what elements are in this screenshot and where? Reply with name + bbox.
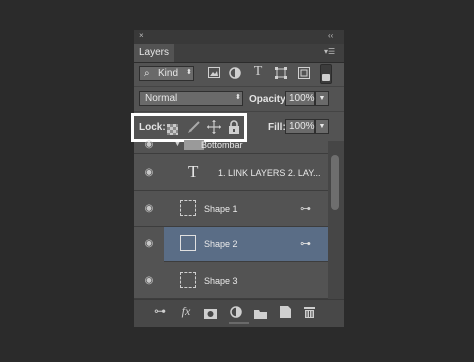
shape-filter-icon[interactable] <box>274 67 288 82</box>
fill-value: 100% <box>289 121 315 132</box>
chevron-updown-icon: ⬍ <box>235 94 241 101</box>
blend-mode-value: Normal <box>145 93 178 104</box>
text-layer-icon: T <box>188 162 199 181</box>
eye-icon[interactable]: ◉ <box>142 167 156 178</box>
link-icon: ⊶ <box>300 203 311 215</box>
resize-grip[interactable] <box>229 322 249 324</box>
panel-menu-icon[interactable]: ▾☰ <box>324 47 335 56</box>
tab-layers[interactable]: Layers <box>134 44 174 62</box>
new-layer-icon[interactable] <box>280 305 291 323</box>
image-filter-icon[interactable] <box>207 67 221 81</box>
type-filter-icon[interactable]: T <box>251 65 265 79</box>
scrollbar-thumb[interactable] <box>331 155 339 210</box>
expand-triangle-icon[interactable]: ▼ <box>174 141 181 148</box>
lock-all-icon[interactable] <box>228 120 240 139</box>
delete-layer-icon[interactable] <box>304 305 315 323</box>
lock-image-icon[interactable] <box>187 120 201 139</box>
close-icon[interactable]: × <box>139 31 144 40</box>
eye-icon[interactable]: ◉ <box>142 203 156 214</box>
eye-icon[interactable]: ◉ <box>142 139 156 150</box>
shape-thumbnail-icon <box>180 272 196 288</box>
filter-kind-select[interactable]: ⌕ Kind ⬍ <box>139 66 194 81</box>
panel-titlebar: × ‹‹ <box>134 30 344 44</box>
tab-row: Layers ▾☰ <box>134 44 344 63</box>
add-mask-icon[interactable] <box>204 306 217 324</box>
divider <box>134 111 344 112</box>
fill-input[interactable]: 100% <box>285 119 315 134</box>
layer-name: Shape 2 <box>204 239 238 249</box>
layer-row-shape-2-selected[interactable]: Shape 2 ⊶ <box>164 227 328 262</box>
layer-name: Bottombar <box>201 140 243 150</box>
layer-row-text[interactable]: ◉ T 1. LINK LAYERS 2. LAY... <box>134 154 328 191</box>
opacity-value: 100% <box>289 93 315 104</box>
link-layers-icon[interactable]: ⊶ <box>150 301 170 321</box>
opacity-label: Opacity: <box>249 94 290 105</box>
layer-row-bottombar[interactable]: ◉ ▼ Bottombar <box>134 139 328 154</box>
blend-mode-select[interactable]: Normal ⬍ <box>139 91 243 106</box>
link-icon: ⊶ <box>300 238 311 250</box>
shape-thumbnail-icon <box>180 235 196 251</box>
divider <box>134 86 344 87</box>
layers-bottom-toolbar: ⊶ fx <box>134 299 344 327</box>
chevron-updown-icon: ⬍ <box>186 69 192 76</box>
layer-name: 1. LINK LAYERS 2. LAY... <box>218 168 321 178</box>
lock-position-icon[interactable] <box>207 120 221 139</box>
fill-label: Fill: <box>268 122 286 133</box>
filter-kind-label: Kind <box>158 68 179 79</box>
fx-icon[interactable]: fx <box>176 301 196 321</box>
layer-name: Shape 1 <box>204 204 238 214</box>
eye-icon[interactable]: ◉ <box>142 238 156 249</box>
opacity-input[interactable]: 100% <box>285 91 315 106</box>
layer-name: Shape 3 <box>204 276 238 286</box>
collapse-icon[interactable]: ‹‹ <box>328 31 333 40</box>
lock-transparent-icon[interactable] <box>167 122 178 140</box>
layer-row-shape-1[interactable]: ◉ Shape 1 ⊶ <box>134 191 328 227</box>
adjustment-layer-icon[interactable] <box>230 305 242 323</box>
eye-icon[interactable]: ◉ <box>142 275 156 286</box>
filter-toggle-switch[interactable] <box>320 64 332 84</box>
search-icon: ⌕ <box>144 68 150 79</box>
fill-dropdown-button[interactable]: ▼ <box>315 119 329 134</box>
lock-label: Lock: <box>139 122 166 133</box>
new-group-icon[interactable] <box>254 306 267 324</box>
opacity-dropdown-button[interactable]: ▼ <box>315 91 329 106</box>
adjustment-filter-icon[interactable] <box>228 67 242 82</box>
layer-row-shape-3[interactable]: ◉ Shape 3 <box>134 262 328 299</box>
lock-highlight-box: Lock: <box>131 113 247 142</box>
shape-thumbnail-icon <box>180 200 196 216</box>
smart-object-filter-icon[interactable] <box>297 67 311 82</box>
